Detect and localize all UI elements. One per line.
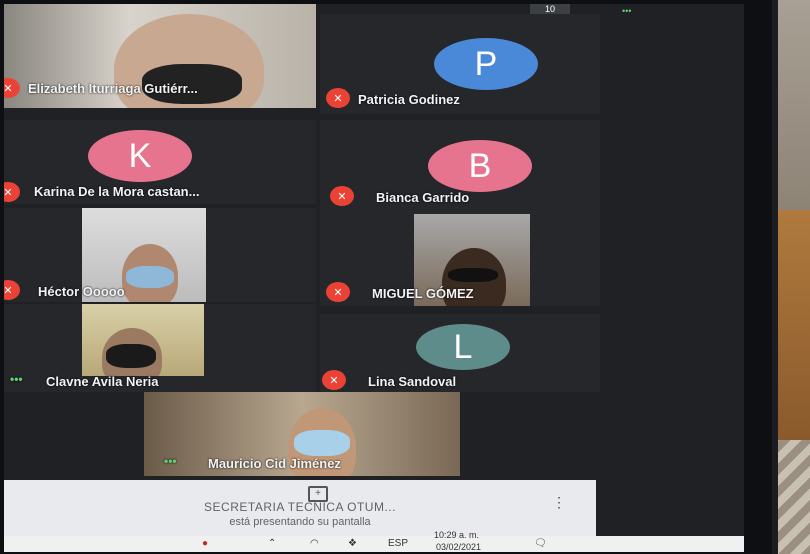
participant-tile-miguel[interactable]: ✕ MIGUEL GÓMEZ [320, 208, 600, 306]
face-mask [126, 266, 174, 288]
app-icon[interactable]: ● [202, 538, 208, 549]
presenting-banner[interactable]: + SECRETARIA TECNICA OTUM... está presen… [4, 480, 596, 536]
participant-tile-patricia[interactable]: P ✕ Patricia Godinez [320, 14, 600, 114]
avatar: L [416, 324, 510, 370]
participant-name: Héctor Ooooo [38, 284, 125, 299]
presenter-name: SECRETARIA TECNICA OTUM... [204, 500, 396, 514]
participant-name: Mauricio Cid Jiménez [208, 456, 341, 471]
participant-name: MIGUEL GÓMEZ [372, 286, 474, 301]
face-mask [448, 268, 498, 282]
participant-name: Patricia Godinez [358, 92, 460, 107]
monitor-bezel: ✕ Elizabeth Iturriaga Gutiérr... 10 ••• … [0, 0, 778, 554]
mic-muted-icon: ✕ [326, 88, 350, 108]
more-dots-icon[interactable]: ••• [164, 454, 177, 468]
participant-tile-lina[interactable]: L ✕ Lina Sandoval [320, 314, 600, 392]
participant-tile-karina[interactable]: K ✕ Karina De la Mora castan... [4, 120, 316, 204]
mic-muted-icon: ✕ [322, 370, 346, 390]
face-mask [106, 344, 156, 368]
avatar: K [88, 130, 192, 182]
participant-name: Elizabeth Iturriaga Gutiérr... [28, 81, 198, 96]
meeting-screen: ✕ Elizabeth Iturriaga Gutiérr... 10 ••• … [4, 4, 744, 552]
more-options-icon[interactable]: ⋮ [552, 494, 566, 511]
participant-name: Bianca Garrido [376, 190, 470, 205]
avatar: B [428, 140, 532, 192]
participant-tile-clavne[interactable]: ••• Clavne Avila Neria [4, 304, 316, 392]
dropbox-icon[interactable]: ❖ [348, 538, 357, 549]
language-indicator[interactable]: ESP [388, 538, 408, 549]
presenting-status: está presentando su pantalla [229, 516, 371, 528]
mic-muted-icon: ✕ [326, 282, 350, 302]
participant-video [82, 304, 204, 376]
wifi-icon[interactable]: ◠ [310, 538, 319, 549]
participant-tile-hector[interactable]: ✕ Héctor Ooooo [4, 208, 316, 302]
participant-name: Karina De la Mora castan... [34, 184, 200, 199]
os-taskbar: ● ⌃ ◠ ❖ ESP 10:29 a. m. 03/02/2021 🗨 [4, 530, 744, 552]
clock-time[interactable]: 10:29 a. m. [434, 530, 479, 540]
more-dots-icon[interactable]: ••• [10, 372, 23, 386]
notification-icon[interactable]: 🗨 [534, 538, 547, 549]
face-mask [294, 430, 350, 456]
participant-tile-elizabeth[interactable]: ✕ Elizabeth Iturriaga Gutiérr... [4, 4, 316, 108]
participant-name: Lina Sandoval [368, 374, 457, 389]
mic-muted-icon: ✕ [330, 186, 354, 206]
mic-muted-icon: ✕ [4, 280, 20, 300]
more-dots-icon[interactable]: ••• [622, 6, 631, 16]
participant-tile-bianca[interactable]: B ✕ Bianca Garrido [320, 120, 600, 210]
avatar: P [434, 38, 538, 90]
chevron-up-icon[interactable]: ⌃ [268, 538, 276, 549]
participant-name: Clavne Avila Neria [46, 374, 159, 389]
mic-muted-icon: ✕ [4, 182, 20, 202]
participant-tile-mauricio[interactable]: ••• Mauricio Cid Jiménez [144, 392, 460, 476]
clock-date[interactable]: 03/02/2021 [436, 542, 481, 552]
